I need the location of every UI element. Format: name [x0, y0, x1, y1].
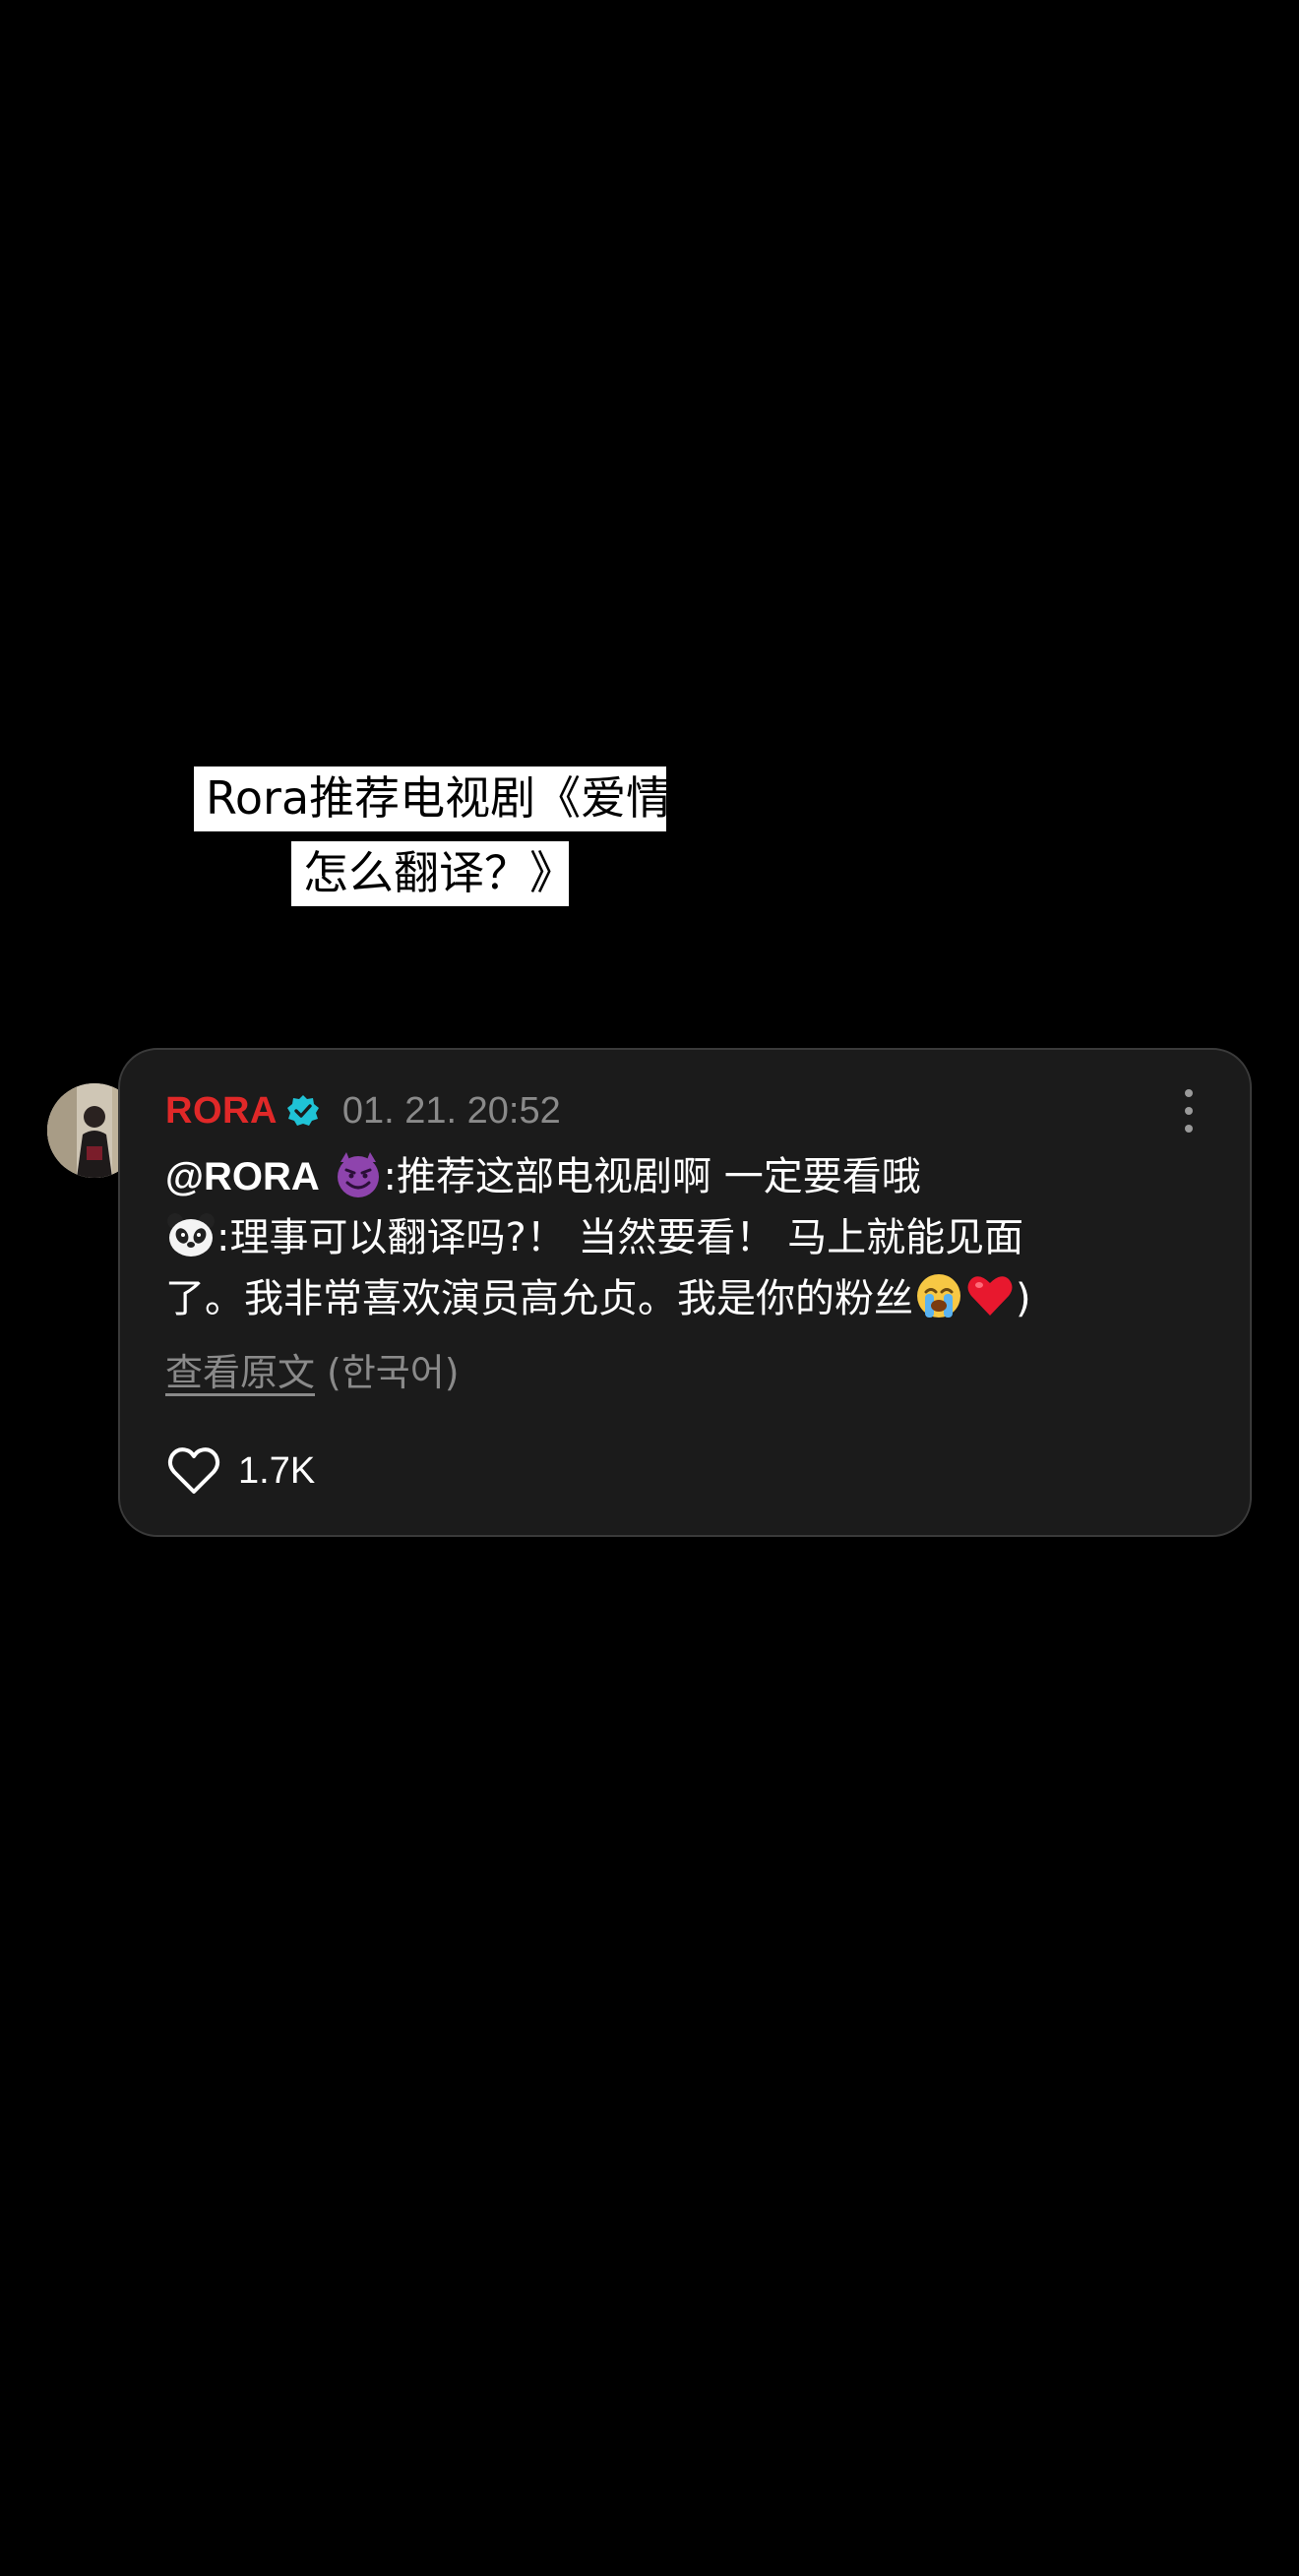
- more-vertical-icon: [1185, 1089, 1193, 1097]
- caption-line-2: 怎么翻译？》: [291, 841, 575, 906]
- comment-line-3-text: 了。我非常喜欢演员高允贞。我是你的粉丝: [165, 1276, 913, 1321]
- source-language-label: (한국어): [327, 1351, 460, 1394]
- verified-badge-icon: [285, 1093, 321, 1129]
- more-options-button[interactable]: [1177, 1089, 1201, 1133]
- heart-outline-icon[interactable]: [165, 1442, 222, 1500]
- like-row: 1.7K: [165, 1441, 315, 1501]
- more-dot: [1185, 1125, 1193, 1133]
- translation-row: 查看原文 (한국어): [165, 1345, 460, 1400]
- comment-line-1-text: :推荐这部电视剧啊 一定要看哦: [383, 1154, 921, 1199]
- author-name[interactable]: RORA: [165, 1090, 278, 1133]
- like-count: 1.7K: [238, 1449, 316, 1492]
- caption-line-1: Rora推荐电视剧《爱情: [194, 767, 671, 831]
- more-dot: [1185, 1107, 1193, 1115]
- comment-card: RORA 01. 21. 20:52 @RORA :推荐这部电视剧啊 一定要看哦…: [118, 1048, 1252, 1537]
- comment-line-2-text: :理事可以翻译吗?！ 当然要看！ 马上就能见面: [216, 1215, 1024, 1260]
- comment-header: RORA 01. 21. 20:52: [165, 1087, 561, 1135]
- comment-line-2: :理事可以翻译吗?！ 当然要看！ 马上就能见面: [165, 1207, 1189, 1268]
- comment-line-1: @RORA :推荐这部电视剧啊 一定要看哦: [165, 1146, 1189, 1207]
- panda-emoji: [167, 1213, 215, 1257]
- comment-line-3-end: ): [1016, 1276, 1031, 1321]
- red-heart-emoji: [967, 1276, 1013, 1316]
- comment-timestamp: 01. 21. 20:52: [341, 1089, 561, 1132]
- mention-link[interactable]: @RORA: [165, 1155, 320, 1198]
- comment-line-3: 了。我非常喜欢演员高允贞。我是你的粉丝 ): [165, 1268, 1189, 1329]
- view-original-link[interactable]: 查看原文: [165, 1351, 315, 1394]
- smiling-devil-emoji: [337, 1152, 379, 1197]
- comment-text: @RORA :推荐这部电视剧啊 一定要看哦:理事可以翻译吗?！ 当然要看！ 马…: [165, 1146, 1189, 1329]
- loudly-crying-emoji: [917, 1274, 960, 1318]
